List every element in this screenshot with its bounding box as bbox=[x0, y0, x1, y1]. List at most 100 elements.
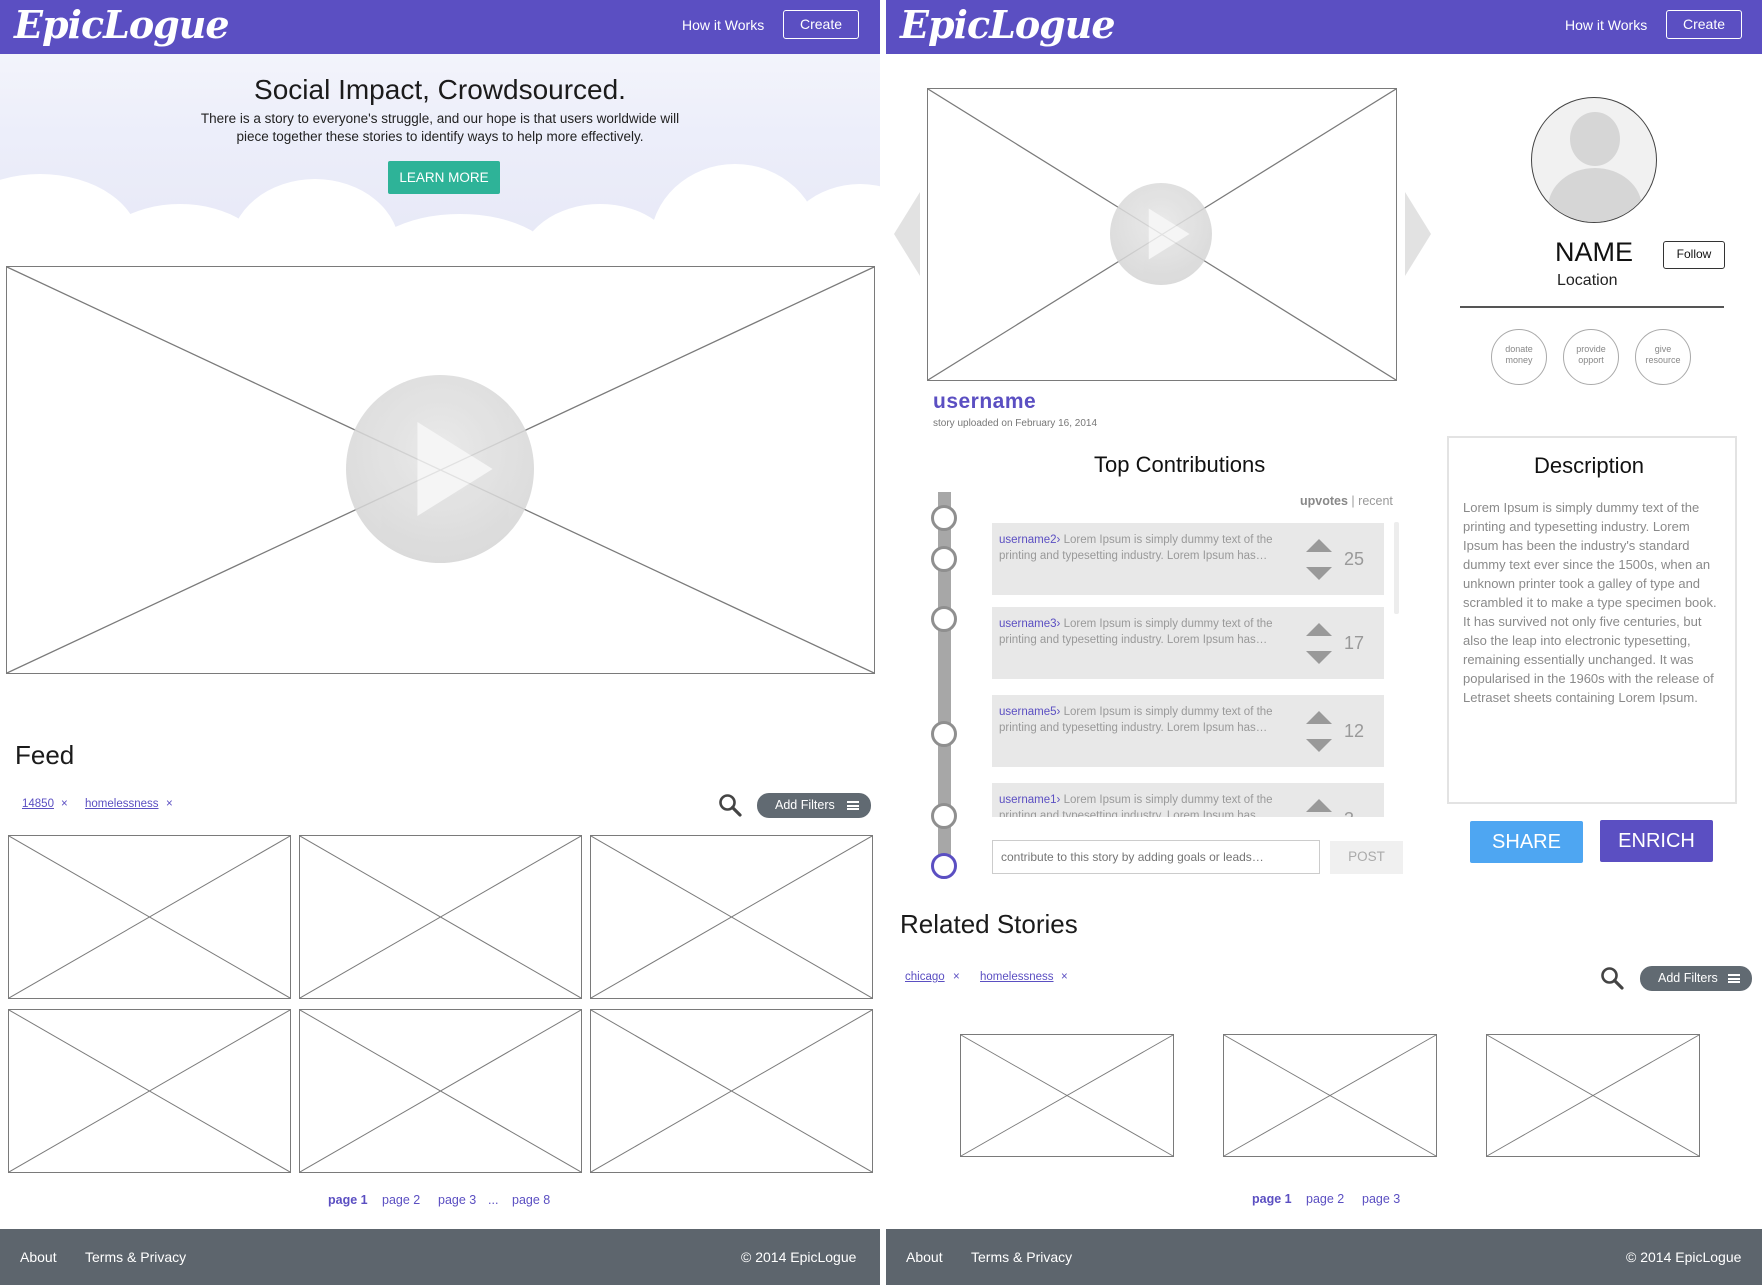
description-panel: Description Lorem Ipsum is simply dummy … bbox=[1447, 436, 1737, 804]
filter-tag-chicago[interactable]: chicago bbox=[905, 971, 945, 983]
timeline-node[interactable] bbox=[931, 505, 957, 531]
pager-page-2[interactable]: page 2 bbox=[1306, 1192, 1344, 1206]
contributions-scrollbar[interactable] bbox=[1394, 522, 1399, 614]
how-it-works-link[interactable]: How it Works bbox=[1565, 17, 1647, 33]
related-story-thumbnail[interactable] bbox=[960, 1034, 1174, 1157]
remove-tag-14850-icon[interactable]: × bbox=[61, 798, 68, 810]
upvote-icon[interactable] bbox=[1306, 539, 1332, 552]
feed-story-thumbnail[interactable] bbox=[299, 1009, 582, 1173]
contribution-username: username3 bbox=[999, 618, 1057, 630]
footer-terms-link[interactable]: Terms & Privacy bbox=[85, 1249, 186, 1265]
filter-tag-homelessness[interactable]: homelessness bbox=[85, 798, 159, 810]
filter-tag-homelessness[interactable]: homelessness bbox=[980, 971, 1054, 983]
previous-story-arrow-icon[interactable] bbox=[894, 192, 920, 276]
contribution-card[interactable]: username2› Lorem Ipsum is simply dummy t… bbox=[992, 523, 1384, 595]
add-filters-label: Add Filters bbox=[775, 798, 835, 812]
menu-icon bbox=[847, 801, 859, 810]
footer-about-link[interactable]: About bbox=[20, 1249, 57, 1265]
search-icon[interactable] bbox=[1600, 966, 1624, 990]
related-story-thumbnail[interactable] bbox=[1486, 1034, 1700, 1157]
story-upload-date: story uploaded on February 16, 2014 bbox=[933, 418, 1097, 429]
add-filters-label: Add Filters bbox=[1658, 971, 1718, 985]
story-page-panel: EpicLogue How it Works Create username s… bbox=[886, 0, 1762, 1285]
timeline-node[interactable] bbox=[931, 721, 957, 747]
footer: About Terms & Privacy © 2014 EpicLogue bbox=[0, 1229, 880, 1285]
footer-copyright: © 2014 EpicLogue bbox=[1626, 1249, 1742, 1265]
donate-money-button[interactable]: donate money bbox=[1491, 329, 1547, 385]
timeline-node[interactable] bbox=[931, 606, 957, 632]
featured-video-placeholder[interactable] bbox=[6, 266, 875, 674]
upvote-icon[interactable] bbox=[1306, 711, 1332, 724]
create-button[interactable]: Create bbox=[783, 10, 859, 39]
vote-count: 12 bbox=[1344, 721, 1365, 741]
contribution-sort: upvotes | recent bbox=[1300, 494, 1393, 508]
post-button[interactable]: POST bbox=[1330, 841, 1403, 874]
description-text: Lorem Ipsum is simply dummy text of the … bbox=[1463, 500, 1717, 705]
remove-tag-homelessness-icon[interactable]: × bbox=[1061, 971, 1068, 983]
next-story-arrow-icon[interactable] bbox=[1405, 192, 1431, 276]
vote-count: 3 bbox=[1344, 809, 1354, 817]
contributions-list: username2› Lorem Ipsum is simply dummy t… bbox=[992, 520, 1392, 817]
logo[interactable]: EpicLogue bbox=[14, 2, 230, 47]
feed-story-thumbnail[interactable] bbox=[8, 1009, 291, 1173]
pager-page-1[interactable]: page 1 bbox=[1252, 1192, 1292, 1206]
story-video-placeholder[interactable] bbox=[927, 88, 1397, 381]
logo[interactable]: EpicLogue bbox=[900, 2, 1116, 47]
home-page-panel: EpicLogue How it Works Create Social Imp… bbox=[0, 0, 880, 1285]
menu-icon bbox=[1728, 974, 1740, 983]
remove-tag-chicago-icon[interactable]: × bbox=[953, 971, 960, 983]
give-resource-button[interactable]: give resource bbox=[1635, 329, 1691, 385]
footer-terms-link[interactable]: Terms & Privacy bbox=[971, 1249, 1072, 1265]
contribution-card[interactable]: username3› Lorem Ipsum is simply dummy t… bbox=[992, 607, 1384, 679]
related-story-thumbnail[interactable] bbox=[1223, 1034, 1437, 1157]
filter-tag-14850[interactable]: 14850 bbox=[22, 798, 54, 810]
feed-story-thumbnail[interactable] bbox=[590, 1009, 873, 1173]
pager-page-3[interactable]: page 3 bbox=[438, 1193, 476, 1207]
wireframe-stage: EpicLogue How it Works Create Social Imp… bbox=[0, 0, 1762, 1285]
downvote-icon[interactable] bbox=[1306, 567, 1332, 580]
add-filters-button[interactable]: Add Filters bbox=[757, 793, 871, 818]
hero-title: Social Impact, Crowdsourced. bbox=[254, 74, 626, 105]
play-icon[interactable] bbox=[346, 375, 534, 563]
profile-location: Location bbox=[1557, 272, 1618, 289]
footer: About Terms & Privacy © 2014 EpicLogue bbox=[886, 1229, 1762, 1285]
play-icon[interactable] bbox=[1110, 183, 1212, 285]
learn-more-button[interactable]: LEARN MORE bbox=[388, 161, 500, 194]
top-nav-bar: EpicLogue How it Works Create bbox=[886, 0, 1762, 54]
avatar[interactable] bbox=[1531, 97, 1657, 223]
timeline-node-current[interactable] bbox=[931, 853, 957, 879]
contribution-card[interactable]: username5› Lorem Ipsum is simply dummy t… bbox=[992, 695, 1384, 767]
provide-opportunity-button[interactable]: provide opport bbox=[1563, 329, 1619, 385]
sort-recent-link[interactable]: recent bbox=[1358, 494, 1393, 508]
feed-story-thumbnail[interactable] bbox=[299, 835, 582, 999]
how-it-works-link[interactable]: How it Works bbox=[682, 17, 764, 33]
pager-page-1[interactable]: page 1 bbox=[328, 1193, 368, 1207]
sort-upvotes-link[interactable]: upvotes bbox=[1300, 494, 1348, 508]
add-filters-button[interactable]: Add Filters bbox=[1640, 966, 1752, 991]
share-button[interactable]: SHARE bbox=[1470, 821, 1583, 863]
upvote-icon[interactable] bbox=[1306, 623, 1332, 636]
feed-story-thumbnail[interactable] bbox=[590, 835, 873, 999]
remove-tag-homelessness-icon[interactable]: × bbox=[166, 798, 173, 810]
upvote-icon[interactable] bbox=[1306, 799, 1332, 812]
pager-page-3[interactable]: page 3 bbox=[1362, 1192, 1400, 1206]
timeline-node[interactable] bbox=[931, 546, 957, 572]
vote-count: 25 bbox=[1344, 549, 1365, 569]
profile-name: NAME bbox=[1555, 237, 1634, 267]
follow-button[interactable]: Follow bbox=[1663, 241, 1725, 269]
timeline-node[interactable] bbox=[931, 803, 957, 829]
enrich-button[interactable]: ENRICH bbox=[1600, 820, 1713, 862]
story-author-username[interactable]: username bbox=[933, 390, 1036, 414]
downvote-icon[interactable] bbox=[1306, 651, 1332, 664]
contribution-input[interactable] bbox=[992, 840, 1320, 874]
pager-page-8[interactable]: page 8 bbox=[512, 1193, 550, 1207]
feed-story-thumbnail[interactable] bbox=[8, 835, 291, 999]
footer-copyright: © 2014 EpicLogue bbox=[741, 1249, 857, 1265]
search-icon[interactable] bbox=[718, 793, 742, 817]
downvote-icon[interactable] bbox=[1306, 739, 1332, 752]
create-button[interactable]: Create bbox=[1666, 10, 1742, 39]
contribution-card[interactable]: username1› Lorem Ipsum is simply dummy t… bbox=[992, 783, 1384, 817]
pager-page-2[interactable]: page 2 bbox=[382, 1193, 420, 1207]
contribution-username: username5 bbox=[999, 706, 1057, 718]
footer-about-link[interactable]: About bbox=[906, 1249, 943, 1265]
